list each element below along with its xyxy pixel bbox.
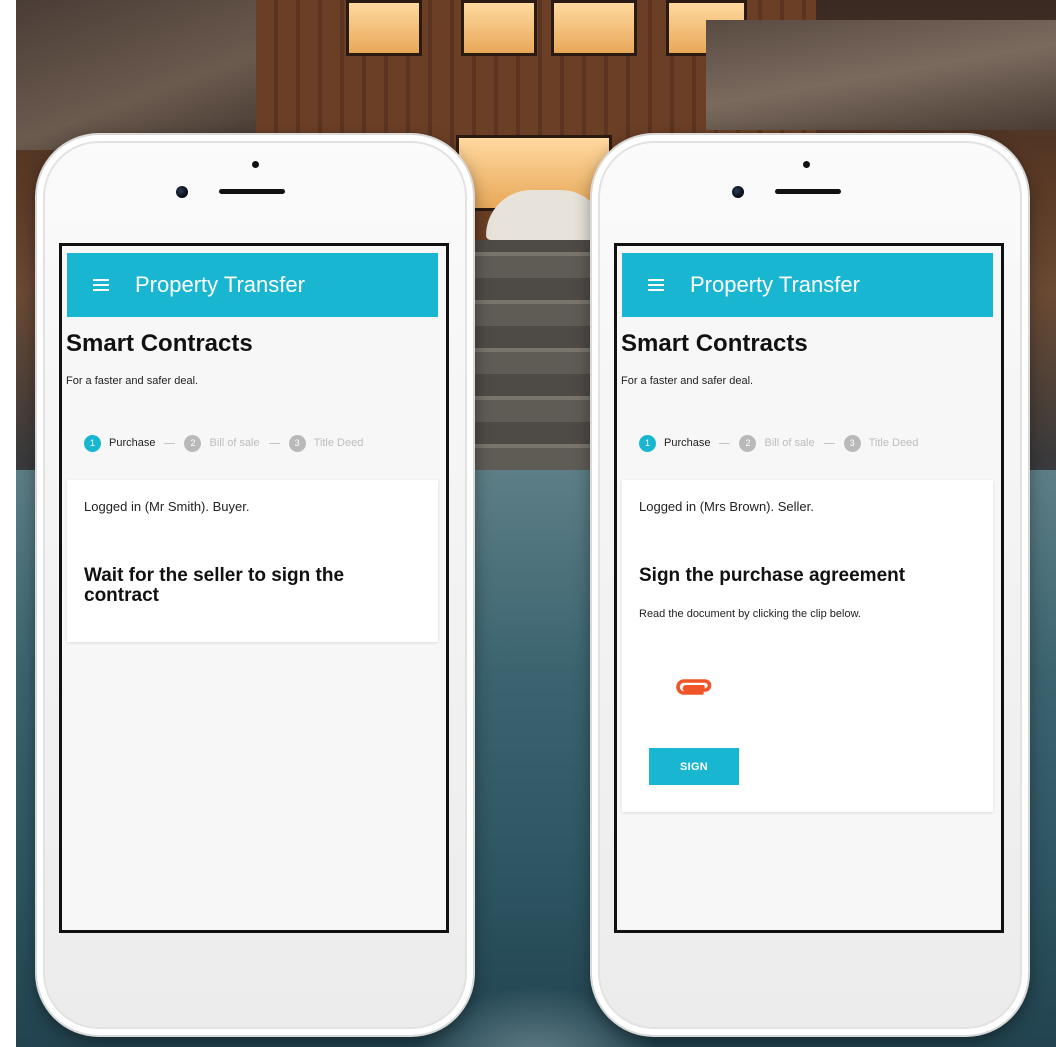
- step-label: Bill of sale: [764, 437, 815, 449]
- front-camera: [176, 186, 188, 198]
- step-label: Title Deed: [313, 437, 364, 449]
- logged-in-text: Logged in (Mrs Brown). Seller.: [639, 499, 814, 514]
- sign-button[interactable]: SIGN: [649, 748, 739, 785]
- step-bill-of-sale[interactable]: 2 Bill of sale: [184, 434, 260, 452]
- step-divider: [823, 442, 835, 444]
- instruction-text: Read the document by clicking the clip b…: [639, 608, 861, 620]
- earpiece-speaker: [775, 189, 841, 194]
- step-bill-of-sale[interactable]: 2 Bill of sale: [739, 434, 815, 452]
- step-label: Purchase: [664, 437, 711, 449]
- window: [461, 0, 537, 56]
- hamburger-menu-icon[interactable]: [93, 278, 109, 292]
- action-card: Logged in (Mrs Brown). Seller. Sign the …: [622, 480, 993, 812]
- page-subtitle: For a faster and safer deal.: [66, 375, 199, 387]
- step-number: 3: [288, 434, 306, 452]
- step-number: 3: [843, 434, 861, 452]
- app-bar: Property Transfer: [622, 253, 993, 317]
- step-number: 1: [639, 434, 656, 452]
- step-title-deed[interactable]: 3 Title Deed: [843, 434, 919, 452]
- earpiece-speaker: [219, 189, 285, 194]
- card-heading: Sign the purchase agreement: [639, 565, 906, 586]
- step-title-deed[interactable]: 3 Title Deed: [288, 434, 364, 452]
- status-card: Logged in (Mr Smith). Buyer. Wait for th…: [67, 480, 438, 642]
- step-divider: [719, 442, 731, 444]
- app-bar: Property Transfer: [67, 253, 438, 317]
- window: [551, 0, 637, 56]
- phone-screen: Property Transfer Smart Contracts For a …: [59, 243, 449, 933]
- phone-seller: Property Transfer Smart Contracts For a …: [592, 135, 1028, 1035]
- page-subtitle: For a faster and safer deal.: [621, 375, 754, 387]
- stepper: 1 Purchase 2 Bill of sale 3 Title Deed: [84, 434, 363, 452]
- sensor-dot: [803, 161, 810, 168]
- step-label: Title Deed: [868, 437, 919, 449]
- step-purchase[interactable]: 1 Purchase: [84, 434, 156, 452]
- phone-buyer: Property Transfer Smart Contracts For a …: [37, 135, 473, 1035]
- app-title: Property Transfer: [135, 272, 305, 297]
- paperclip-icon[interactable]: [672, 674, 716, 700]
- window: [346, 0, 422, 56]
- front-camera: [732, 186, 744, 198]
- step-label: Bill of sale: [209, 437, 260, 449]
- step-divider: [268, 442, 280, 444]
- step-number: 1: [84, 434, 101, 452]
- card-heading: Wait for the seller to sign the contract: [84, 565, 345, 606]
- step-label: Purchase: [109, 437, 156, 449]
- roof-right: [706, 20, 1056, 130]
- step-divider: [164, 442, 176, 444]
- logged-in-text: Logged in (Mr Smith). Buyer.: [84, 499, 250, 514]
- hamburger-menu-icon[interactable]: [648, 278, 664, 292]
- sensor-dot: [252, 161, 259, 168]
- step-purchase[interactable]: 1 Purchase: [639, 434, 711, 452]
- page-title: Smart Contracts: [66, 330, 253, 357]
- step-number: 2: [739, 434, 757, 452]
- stepper: 1 Purchase 2 Bill of sale 3 Title Deed: [639, 434, 918, 452]
- app-title: Property Transfer: [690, 272, 860, 297]
- step-number: 2: [184, 434, 202, 452]
- phone-screen: Property Transfer Smart Contracts For a …: [614, 243, 1004, 933]
- page-title: Smart Contracts: [621, 330, 808, 357]
